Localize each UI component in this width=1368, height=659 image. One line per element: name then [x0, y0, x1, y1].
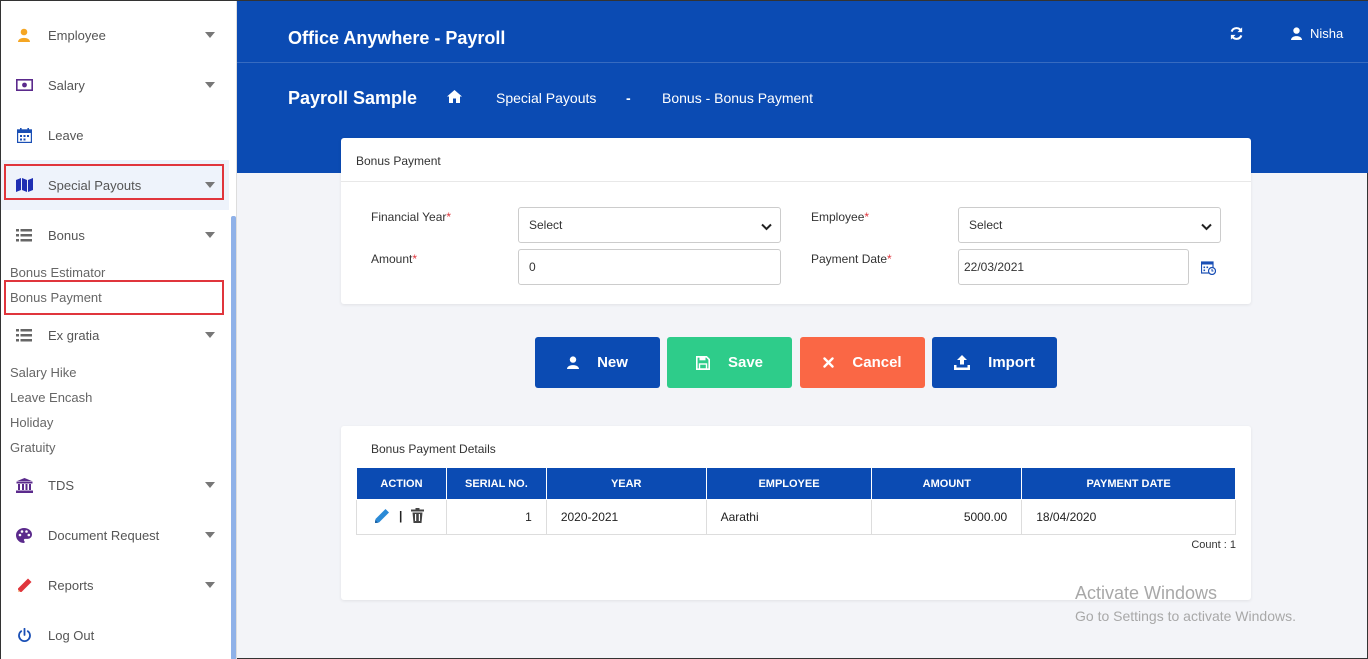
breadcrumb-special-payouts[interactable]: Special Payouts [496, 90, 596, 106]
chevron-down-icon [205, 332, 215, 338]
chevron-down-icon [1201, 220, 1212, 234]
edit-icon[interactable] [374, 508, 390, 524]
details-title: Bonus Payment Details [371, 442, 496, 456]
breadcrumb-separator: - [626, 90, 631, 106]
watermark-line-1: Activate Windows [1075, 583, 1218, 603]
sidebar-item-label: Ex gratia [48, 327, 100, 343]
cancel-button[interactable]: Cancel [800, 337, 925, 388]
pencil-icon [15, 576, 33, 594]
sidebar-item-salary[interactable]: Salary [1, 60, 229, 110]
sidebar-item-label: Employee [48, 27, 106, 43]
list-icon [15, 326, 33, 344]
chevron-down-icon [205, 82, 215, 88]
form-title: Bonus Payment [341, 138, 1251, 182]
calendar-icon [15, 126, 33, 144]
amount-cell: 5000.00 [871, 499, 1023, 535]
calendar-icon[interactable] [1200, 260, 1217, 280]
sidebar-item-reports[interactable]: Reports [1, 560, 229, 610]
user-icon [15, 26, 33, 44]
table-row: | 1 2020-2021 Aarathi 5000.00 18/04/2020 [356, 499, 1236, 535]
watermark-line-2: Go to Settings to activate Windows. [1075, 608, 1296, 624]
column-header[interactable]: AMOUNT [871, 467, 1023, 500]
sidebar-subitem-bonus-estimator[interactable]: Bonus Estimator [10, 265, 105, 280]
sidebar-item-leave[interactable]: Leave [1, 110, 229, 160]
sidebar-item-tds[interactable]: TDS [1, 460, 229, 510]
sidebar-item-label: Document Request [48, 527, 160, 543]
sidebar-item-label: Leave [48, 127, 84, 143]
column-header[interactable]: EMPLOYEE [705, 467, 873, 500]
highlight-box [4, 164, 224, 200]
bank-icon [15, 476, 33, 494]
chevron-down-icon [205, 482, 215, 488]
save-icon [695, 355, 710, 370]
header-divider [237, 62, 1368, 63]
breadcrumb-current: Bonus - Bonus Payment [662, 90, 813, 106]
financial-year-label: Financial Year* [371, 210, 452, 224]
column-header[interactable]: YEAR [545, 467, 707, 500]
list-icon [15, 226, 33, 244]
sidebar-item-employee[interactable]: Employee [1, 10, 229, 60]
record-count: Count : 1 [1191, 539, 1236, 551]
sidebar-scrollbar[interactable] [231, 216, 236, 659]
bonus-payment-details: Bonus Payment Details ACTION SERIAL NO. … [341, 426, 1251, 600]
action-separator: | [399, 508, 403, 523]
column-header[interactable]: PAYMENT DATE [1021, 467, 1236, 500]
refresh-icon[interactable] [1229, 26, 1244, 46]
financial-year-select[interactable]: Select [518, 207, 781, 243]
chevron-down-icon [205, 582, 215, 588]
sidebar-item-log-out[interactable]: Log Out [1, 610, 229, 659]
new-button[interactable]: New [535, 337, 660, 388]
import-button[interactable]: Import [932, 337, 1057, 388]
user-icon [1291, 27, 1302, 40]
power-icon [15, 626, 33, 644]
company-name: Payroll Sample [288, 88, 418, 108]
activate-windows-watermark: Activate Windows Go to Settings to activ… [1075, 583, 1296, 624]
sidebar-item-bonus[interactable]: Bonus [1, 210, 229, 260]
sidebar: Employee Salary Leave Special Payouts Bo… [1, 1, 237, 659]
amount-label: Amount* [371, 252, 418, 266]
sidebar-subitem-holiday[interactable]: Holiday [10, 415, 53, 430]
payment-date-label: Payment Date* [811, 252, 892, 266]
details-table: ACTION SERIAL NO. YEAR EMPLOYEE AMOUNT P… [356, 467, 1236, 535]
sidebar-subitem-salary-hike[interactable]: Salary Hike [10, 365, 76, 380]
column-header[interactable]: ACTION [356, 467, 447, 500]
serial-cell: 1 [445, 499, 547, 535]
sidebar-item-document-request[interactable]: Document Request [1, 510, 229, 560]
chevron-down-icon [761, 220, 772, 234]
app-title: Office Anywhere - Payroll [288, 28, 506, 48]
sidebar-item-label: Bonus [48, 227, 85, 243]
sidebar-item-label: Salary [48, 77, 85, 93]
chevron-down-icon [205, 532, 215, 538]
user-icon [567, 356, 580, 369]
sidebar-subitem-leave-encash[interactable]: Leave Encash [10, 390, 92, 405]
payment-date-cell: 18/04/2020 [1021, 499, 1236, 535]
sidebar-subitem-gratuity[interactable]: Gratuity [10, 440, 56, 455]
sidebar-item-label: Reports [48, 577, 94, 593]
table-header-row: ACTION SERIAL NO. YEAR EMPLOYEE AMOUNT P… [356, 467, 1236, 500]
chevron-down-icon [205, 32, 215, 38]
chevron-down-icon [205, 232, 215, 238]
close-icon [823, 357, 835, 368]
save-button[interactable]: Save [667, 337, 792, 388]
home-icon[interactable] [447, 90, 462, 108]
column-header[interactable]: SERIAL NO. [445, 467, 547, 500]
employee-cell: Aarathi [705, 499, 873, 535]
year-cell: 2020-2021 [545, 499, 707, 535]
user-menu[interactable]: Nisha [1291, 26, 1343, 41]
user-name: Nisha [1310, 26, 1344, 41]
employee-select[interactable]: Select [958, 207, 1221, 243]
action-cell: | [356, 499, 447, 535]
upload-icon [954, 355, 971, 370]
sidebar-item-ex-gratia[interactable]: Ex gratia [1, 310, 229, 360]
sidebar-item-label: TDS [48, 477, 74, 493]
palette-icon [15, 526, 33, 544]
bonus-payment-form: Bonus Payment Financial Year* Select Emp… [341, 138, 1251, 304]
delete-icon[interactable] [411, 508, 425, 523]
money-icon [15, 76, 33, 94]
employee-label: Employee* [811, 210, 870, 224]
payment-date-input[interactable]: 22/03/2021 [958, 249, 1189, 285]
sidebar-item-label: Log Out [48, 627, 95, 643]
amount-input[interactable]: 0 [518, 249, 781, 285]
